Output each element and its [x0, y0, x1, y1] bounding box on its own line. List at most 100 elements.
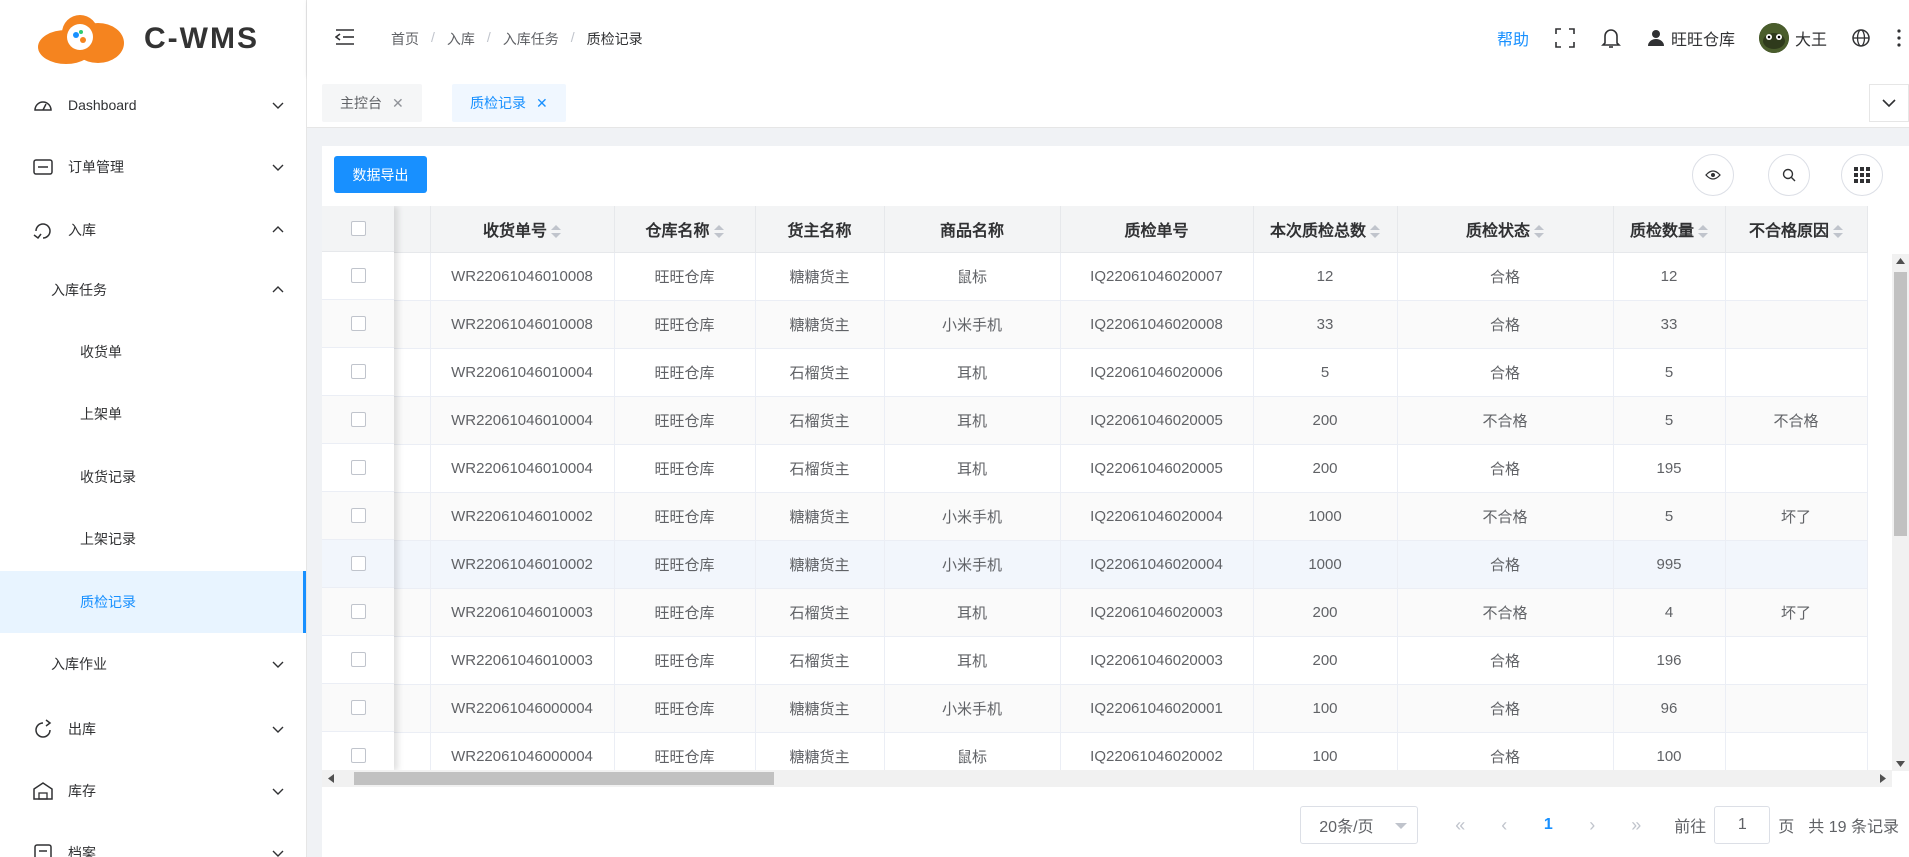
scroll-up-icon[interactable]	[1896, 258, 1905, 264]
sidebar-item-receipt[interactable]: 收货单	[0, 321, 306, 383]
last-page-icon[interactable]: »	[1614, 815, 1658, 836]
column-header-label: 货主名称	[787, 222, 852, 240]
next-page-icon[interactable]: ›	[1570, 815, 1614, 836]
table-row[interactable]: 9WR22061046010003旺旺仓库石榴货主耳机IQ22061046020…	[322, 636, 1868, 685]
cell-qc-status: 合格	[1397, 444, 1614, 493]
toggle-columns-button[interactable]	[1692, 154, 1734, 196]
bell-icon[interactable]	[1601, 27, 1621, 49]
sidebar-item-inbound-operation[interactable]: 入库作业	[0, 633, 306, 695]
column-header-reject-reason[interactable]: 不合格原因	[1725, 206, 1868, 253]
sidebar-item-inventory[interactable]: 库存	[0, 760, 306, 822]
first-page-icon[interactable]: «	[1438, 815, 1482, 836]
row-checkbox[interactable]	[350, 556, 366, 571]
table-row[interactable]: 6WR22061046010002旺旺仓库糖糖货主小米手机IQ220610460…	[322, 492, 1868, 541]
breadcrumb-separator: /	[431, 29, 435, 45]
tags-view: 主控台 ✕ 质检记录 ✕	[307, 76, 1909, 128]
sort-icon[interactable]	[1370, 224, 1380, 239]
table-row[interactable]: 4WR22061046010004旺旺仓库石榴货主耳机IQ22061046020…	[322, 396, 1868, 445]
horizontal-scroll-thumb[interactable]	[354, 772, 774, 785]
close-icon[interactable]: ✕	[536, 95, 548, 112]
table-row[interactable]: 2WR22061046010008旺旺仓库糖糖货主小米手机IQ220610460…	[322, 300, 1868, 349]
help-link[interactable]: 帮助	[1497, 26, 1529, 50]
sort-icon[interactable]	[713, 224, 724, 239]
table-row[interactable]: 7WR22061046010002旺旺仓库糖糖货主小米手机IQ220610460…	[322, 540, 1868, 589]
breadcrumb-item[interactable]: 入库	[447, 29, 475, 49]
column-header-qc-status[interactable]: 质检状态	[1397, 206, 1614, 253]
sort-icon[interactable]	[1833, 224, 1843, 239]
sidebar-item-archive[interactable]: 档案	[0, 822, 306, 857]
cell-qc-total: 5	[1253, 348, 1398, 397]
row-checkbox[interactable]	[350, 364, 366, 379]
collapse-menu-icon[interactable]	[335, 28, 355, 46]
table-row[interactable]: 10WR22061046000004旺旺仓库糖糖货主小米手机IQ22061046…	[322, 684, 1868, 733]
export-button[interactable]: 数据导出	[334, 156, 427, 193]
sidebar-item-orders[interactable]: 订单管理	[0, 136, 306, 198]
fullscreen-icon[interactable]	[1555, 28, 1575, 48]
tag-dashboard[interactable]: 主控台 ✕	[322, 84, 422, 122]
search-button[interactable]	[1768, 154, 1810, 196]
globe-icon[interactable]	[1851, 28, 1871, 48]
warehouse-switcher[interactable]: 旺旺仓库	[1671, 26, 1735, 50]
row-checkbox[interactable]	[350, 652, 366, 667]
row-checkbox[interactable]	[350, 508, 366, 523]
cell-product: 耳机	[884, 636, 1061, 685]
horizontal-scrollbar[interactable]	[322, 770, 1892, 787]
sidebar-item-inbound-task[interactable]: 入库任务	[0, 259, 306, 321]
table-row[interactable]: 11WR22061046000004旺旺仓库糖糖货主鼠标IQ2206104602…	[322, 732, 1868, 771]
row-checkbox[interactable]	[350, 460, 366, 475]
cell-product: 鼠标	[884, 252, 1061, 301]
sort-icon[interactable]	[1698, 224, 1708, 239]
column-header-qc-qty[interactable]: 质检数量	[1613, 206, 1726, 253]
sidebar-item-inbound[interactable]: 入库	[0, 199, 306, 261]
sidebar-item-qc-records[interactable]: 质检记录	[0, 571, 306, 633]
scroll-right-icon[interactable]	[1880, 774, 1886, 783]
vertical-scroll-thumb[interactable]	[1894, 272, 1907, 536]
column-settings-button[interactable]	[1841, 154, 1883, 196]
prev-page-icon[interactable]: ‹	[1482, 815, 1526, 836]
row-checkbox[interactable]	[350, 412, 366, 427]
sort-icon[interactable]	[1534, 224, 1544, 239]
row-checkbox[interactable]	[350, 748, 366, 763]
more-icon[interactable]	[1897, 29, 1901, 47]
row-checkbox[interactable]	[350, 316, 366, 331]
goto-page-input[interactable]	[1714, 806, 1771, 844]
sidebar-item-label: 库存	[68, 783, 96, 799]
column-header-qc-total[interactable]: 本次质检总数	[1253, 206, 1398, 253]
scroll-down-icon[interactable]	[1896, 761, 1905, 767]
cell-owner: 石榴货主	[755, 348, 885, 397]
tag-qc-records[interactable]: 质检记录 ✕	[452, 84, 566, 122]
row-select-cell	[322, 300, 394, 348]
avatar[interactable]	[1758, 23, 1789, 53]
username[interactable]: 大王	[1795, 26, 1827, 50]
sidebar-item-receipt-records[interactable]: 收货记录	[0, 446, 306, 508]
table-row[interactable]: 8WR22061046010003旺旺仓库石榴货主耳机IQ22061046020…	[322, 588, 1868, 637]
sidebar-item-dashboard[interactable]: Dashboard	[0, 74, 306, 136]
breadcrumb-item[interactable]: 首页	[391, 29, 419, 49]
sort-icon[interactable]	[551, 224, 561, 239]
sidebar-item-putaway-records[interactable]: 上架记录	[0, 508, 306, 570]
cell-receipt-no: WR22061046010003	[430, 636, 615, 685]
tags-dropdown[interactable]	[1869, 84, 1909, 122]
cell-qc-no: IQ22061046020001	[1060, 684, 1254, 733]
column-header-receipt-no[interactable]: 收货单号	[430, 206, 615, 253]
table-row[interactable]: 1WR22061046010008旺旺仓库糖糖货主鼠标IQ22061046020…	[322, 252, 1868, 301]
page-number-current[interactable]: 1	[1526, 816, 1570, 834]
sidebar-item-outbound[interactable]: 出库	[0, 698, 306, 760]
page-size-select[interactable]: 20条/页	[1300, 806, 1419, 844]
cell-product: 耳机	[884, 348, 1061, 397]
column-header-warehouse[interactable]: 仓库名称	[614, 206, 756, 253]
scroll-left-icon[interactable]	[328, 774, 334, 783]
select-all-checkbox[interactable]	[350, 221, 366, 236]
table-row[interactable]: 5WR22061046010004旺旺仓库石榴货主耳机IQ22061046020…	[322, 444, 1868, 493]
table-row[interactable]: 3WR22061046010004旺旺仓库石榴货主耳机IQ22061046020…	[322, 348, 1868, 397]
row-checkbox[interactable]	[350, 268, 366, 283]
breadcrumb-item[interactable]: 入库任务	[503, 29, 559, 49]
sidebar-item-label: 档案	[68, 845, 96, 857]
close-icon[interactable]: ✕	[392, 95, 404, 112]
row-checkbox[interactable]	[350, 604, 366, 619]
row-checkbox[interactable]	[350, 700, 366, 715]
sidebar-item-putaway[interactable]: 上架单	[0, 383, 306, 445]
column-header-label: 本次质检总数	[1269, 222, 1366, 240]
cell-qc-qty: 33	[1613, 300, 1726, 349]
vertical-scrollbar[interactable]	[1892, 254, 1909, 771]
